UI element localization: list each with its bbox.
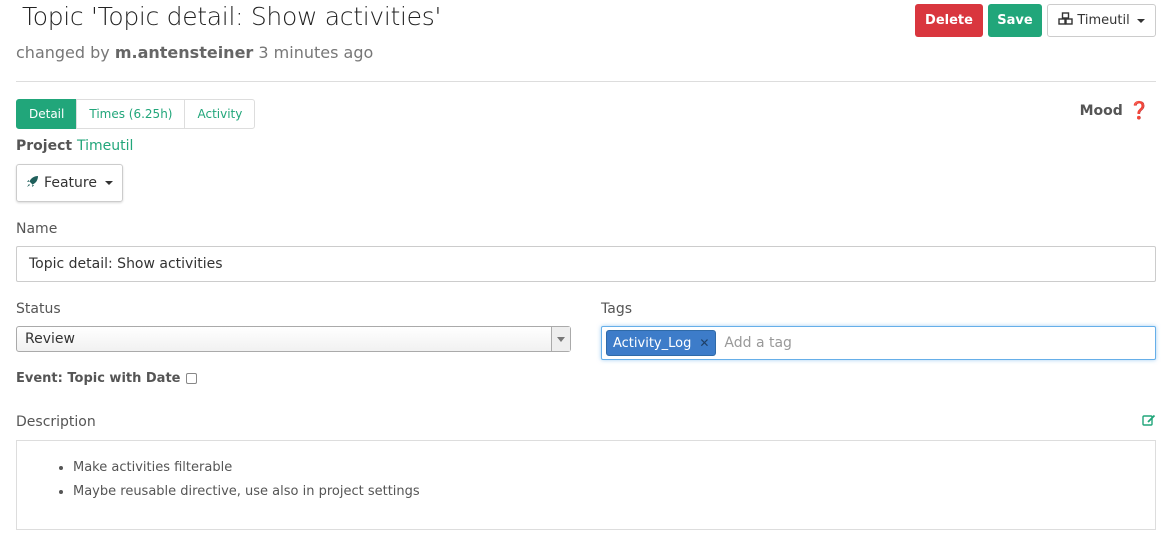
topic-tabs: Detail Times (6.25h) Activity	[16, 99, 256, 129]
changed-by-line: changed by m.antensteiner 3 minutes ago	[16, 43, 373, 62]
delete-button[interactable]: Delete	[915, 4, 983, 37]
tag-chip[interactable]: Activity_Log ✕	[606, 330, 717, 356]
cubes-icon	[1058, 12, 1074, 29]
event-line: Event: Topic with Date	[16, 371, 197, 386]
event-checkbox[interactable]	[185, 373, 197, 384]
select-arrow-icon	[551, 327, 570, 351]
list-item: Make activities filterable	[73, 456, 1155, 480]
topic-detail-page: Topic 'Topic detail: Show activities' ch…	[0, 0, 1162, 543]
status-value: Review	[25, 331, 75, 347]
topic-type-label: Feature	[44, 175, 97, 191]
project-menu-button[interactable]: Timeutil	[1047, 4, 1156, 37]
status-select[interactable]: Review	[16, 326, 571, 352]
tags-label: Tags	[601, 301, 632, 317]
caret-down-icon	[104, 181, 113, 185]
project-line: Project Timeutil	[16, 138, 133, 154]
close-icon[interactable]: ✕	[699, 336, 709, 350]
project-menu-label: Timeutil	[1077, 13, 1130, 28]
save-button[interactable]: Save	[988, 4, 1042, 37]
project-link[interactable]: Timeutil	[77, 138, 133, 154]
header-divider	[16, 81, 1156, 82]
edit-icon[interactable]	[1142, 414, 1156, 431]
status-label: Status	[16, 301, 61, 317]
changed-when: 3 minutes ago	[258, 43, 374, 62]
tab-times[interactable]: Times (6.25h)	[76, 99, 186, 129]
description-box[interactable]: Make activities filterable Maybe reusabl…	[16, 440, 1156, 530]
description-label: Description	[16, 414, 96, 430]
tags-input[interactable]: Activity_Log ✕ Add a tag	[601, 326, 1156, 360]
tag-chip-label: Activity_Log	[613, 335, 692, 351]
tab-detail[interactable]: Detail	[16, 99, 78, 129]
topic-type-dropdown[interactable]: Feature	[16, 164, 123, 202]
mood-selector[interactable]: Mood ❓	[1080, 101, 1150, 121]
changed-by-user: m.antensteiner	[114, 43, 254, 62]
page-title: Topic 'Topic detail: Show activities'	[22, 2, 442, 31]
changed-by-prefix: changed by	[16, 43, 110, 62]
description-list: Make activities filterable Maybe reusabl…	[17, 456, 1155, 504]
top-actions: Delete Save Timeutil	[915, 4, 1156, 37]
list-item: Maybe reusable directive, use also in pr…	[73, 480, 1155, 504]
tab-activity[interactable]: Activity	[184, 99, 256, 129]
mood-label: Mood	[1079, 103, 1123, 119]
name-field[interactable]: Topic detail: Show activities	[16, 246, 1156, 282]
name-label: Name	[16, 221, 58, 237]
tag-placeholder: Add a tag	[724, 335, 792, 351]
question-mark-icon[interactable]: ❓	[1129, 101, 1150, 121]
project-label: Project	[16, 138, 73, 154]
caret-down-icon	[1136, 18, 1145, 23]
event-label: Event: Topic with Date	[16, 371, 181, 386]
rocket-icon	[26, 175, 39, 192]
